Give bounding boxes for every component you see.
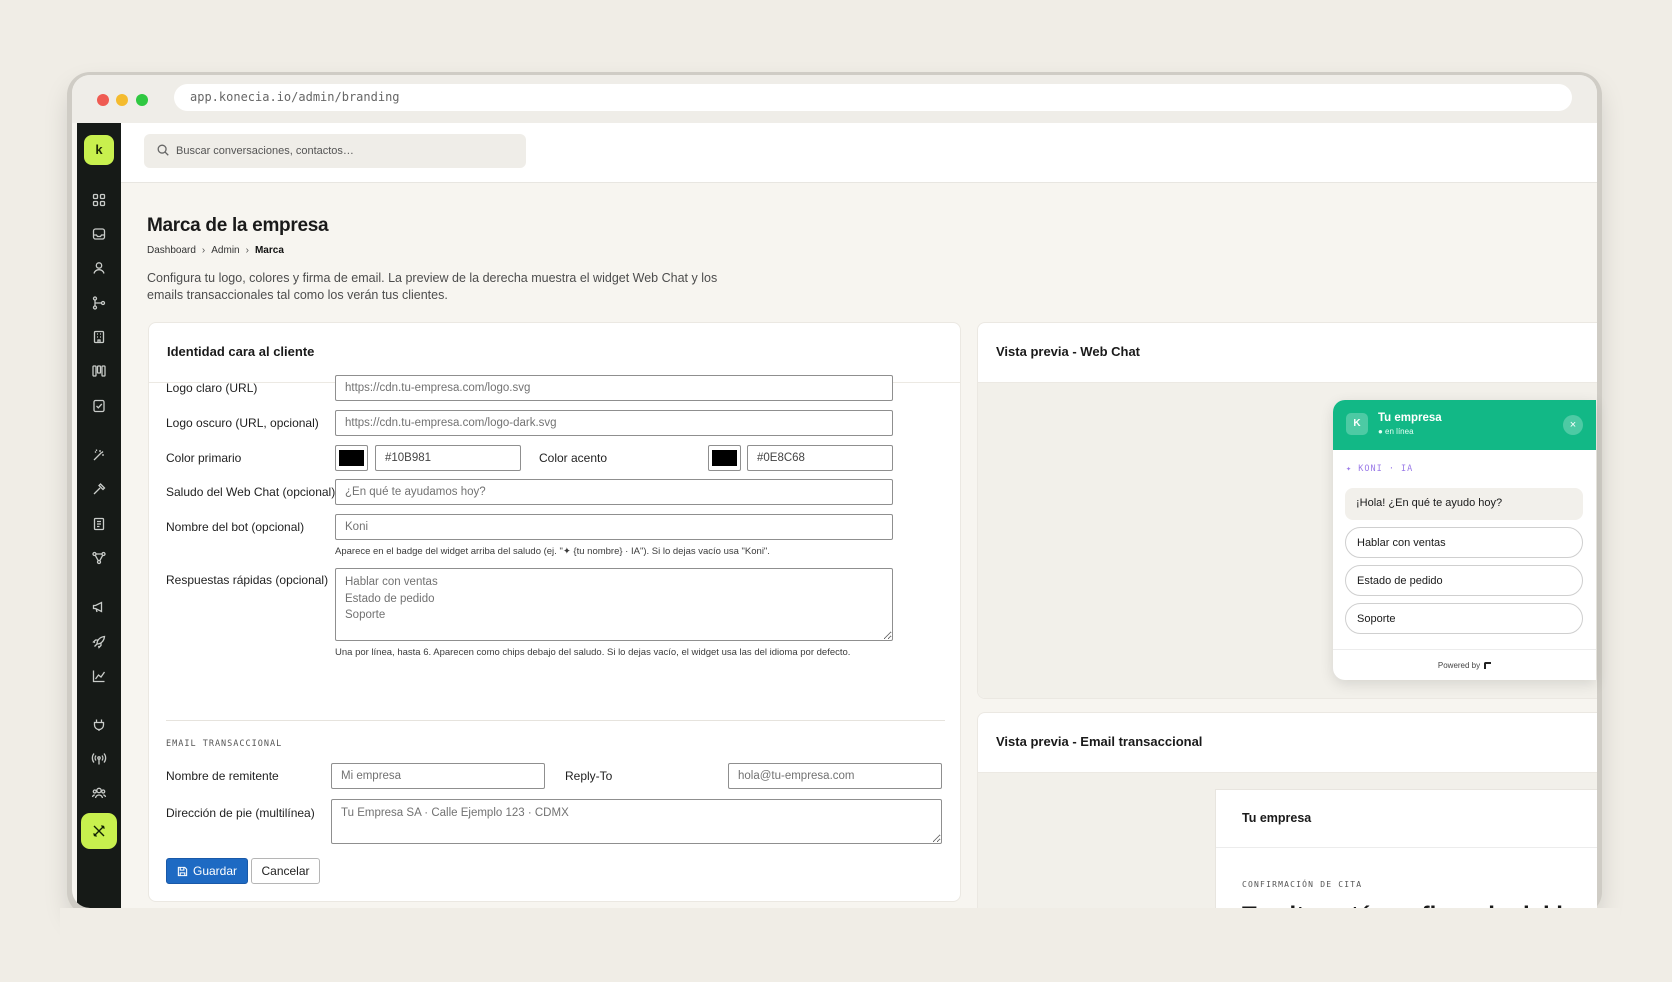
greeting-input[interactable]	[335, 479, 893, 505]
widget-status: ● en línea	[1378, 427, 1414, 436]
quick-replies-textarea[interactable]	[335, 568, 893, 641]
megaphone-icon[interactable]	[87, 595, 111, 619]
broadcast-icon[interactable]	[87, 747, 111, 771]
identity-card-title: Identidad cara al cliente	[149, 323, 960, 383]
powered-by-logo-icon	[1484, 661, 1492, 669]
inbox-icon[interactable]	[87, 222, 111, 246]
flow-icon[interactable]	[87, 546, 111, 570]
quick-replies-hint: Una por línea, hasta 6. Aparecen como ch…	[335, 647, 851, 658]
search-icon	[157, 144, 169, 156]
logo-dark-input[interactable]	[335, 410, 893, 436]
app-logo[interactable]: k	[84, 135, 114, 165]
chevron-right-icon: ›	[201, 245, 206, 256]
webchat-preview-title: Vista previa - Web Chat	[978, 323, 1597, 383]
quick-reply-chip[interactable]: Hablar con ventas	[1345, 527, 1583, 558]
accent-color-label: Color acento	[539, 451, 608, 465]
sender-name-label: Nombre de remitente	[166, 769, 279, 783]
tools-icon[interactable]	[81, 813, 117, 849]
grid-icon[interactable]	[87, 188, 111, 212]
rocket-icon[interactable]	[87, 630, 111, 654]
widget-header: K Tu empresa ● en línea ×	[1333, 400, 1596, 450]
greeting-label: Saludo del Web Chat (opcional)	[166, 485, 336, 499]
primary-color-label: Color primario	[166, 451, 242, 465]
breadcrumb: Dashboard › Admin › Marca	[147, 245, 284, 256]
branch-icon[interactable]	[87, 291, 111, 315]
widget-footer: Powered by	[1333, 649, 1596, 680]
accent-color-input[interactable]	[747, 445, 893, 471]
search-box[interactable]	[144, 134, 526, 168]
cancel-button[interactable]: Cancelar	[251, 858, 320, 884]
reply-to-input[interactable]	[728, 763, 942, 789]
quick-reply-chip[interactable]: Soporte	[1345, 603, 1583, 634]
widget-greeting-bubble: ¡Hola! ¿En qué te ayudo hoy?	[1345, 488, 1583, 520]
widget-company-name: Tu empresa	[1378, 412, 1442, 424]
magic-wand-icon[interactable]	[87, 443, 111, 467]
topbar	[121, 123, 1597, 183]
powered-by-text: Powered by	[1437, 660, 1481, 670]
quick-reply-chip[interactable]: Estado de pedido	[1345, 565, 1583, 596]
primary-color-swatch[interactable]	[335, 445, 368, 471]
building-icon[interactable]	[87, 325, 111, 349]
address-bar[interactable]: app.konecia.io/admin/branding	[174, 84, 1572, 111]
search-input[interactable]	[176, 140, 506, 162]
hammer-icon[interactable]	[87, 477, 111, 501]
chart-icon[interactable]	[87, 664, 111, 688]
book-icon[interactable]	[87, 512, 111, 536]
email-preview-title: Vista previa - Email transaccional	[978, 713, 1597, 773]
maximize-window-button[interactable]	[136, 94, 148, 106]
close-icon[interactable]: ×	[1563, 415, 1583, 435]
footer-address-label: Dirección de pie (multilínea)	[166, 806, 315, 820]
footer-address-textarea[interactable]	[331, 799, 942, 844]
page-description: Configura tu logo, colores y firma de em…	[147, 271, 718, 302]
logo-dark-label: Logo oscuro (URL, opcional)	[166, 416, 319, 430]
widget-bot-badge: ✦ KONI · IA	[1346, 464, 1414, 474]
bot-name-input[interactable]	[335, 514, 893, 540]
email-sample: Tu empresa CONFIRMACIÓN DE CITA Tu cita …	[1215, 789, 1602, 929]
window-bottom-bg	[60, 908, 1620, 982]
team-icon[interactable]	[87, 781, 111, 805]
bot-name-hint: Aparece en el badge del widget arriba de…	[335, 546, 770, 557]
widget-avatar: K	[1346, 413, 1368, 435]
minimize-window-button[interactable]	[116, 94, 128, 106]
email-divider	[1216, 847, 1597, 848]
webchat-widget: K Tu empresa ● en línea × ✦ KONI · IA ¡H…	[1333, 400, 1596, 680]
quick-replies-label: Respuestas rápidas (opcional)	[166, 573, 329, 587]
breadcrumb-dashboard[interactable]: Dashboard	[147, 245, 196, 256]
kanban-icon[interactable]	[87, 359, 111, 383]
email-kicker: CONFIRMACIÓN DE CITA	[1242, 880, 1363, 889]
user-icon[interactable]	[87, 256, 111, 280]
breadcrumb-admin[interactable]: Admin	[211, 245, 239, 256]
email-section-label: EMAIL TRANSACCIONAL	[166, 739, 283, 749]
primary-color-input[interactable]	[375, 445, 521, 471]
page-title: Marca de la empresa	[147, 215, 329, 236]
plug-icon[interactable]	[87, 713, 111, 737]
sidebar: k	[77, 123, 121, 908]
logo-light-input[interactable]	[335, 375, 893, 401]
email-brand: Tu empresa	[1242, 811, 1312, 825]
close-window-button[interactable]	[97, 94, 109, 106]
bot-name-label: Nombre del bot (opcional)	[166, 520, 305, 534]
checklist-icon[interactable]	[87, 394, 111, 418]
section-divider	[166, 720, 945, 721]
browser-titlebar: app.konecia.io/admin/branding	[72, 75, 1597, 123]
save-button[interactable]: Guardar	[166, 858, 248, 884]
logo-light-label: Logo claro (URL)	[166, 381, 258, 395]
save-icon	[177, 866, 188, 876]
accent-color-swatch[interactable]	[708, 445, 741, 471]
reply-to-label: Reply-To	[565, 769, 613, 783]
save-label: Guardar	[192, 864, 238, 878]
sender-name-input[interactable]	[331, 763, 545, 789]
chevron-right-icon: ›	[245, 245, 249, 256]
breadcrumb-current: Marca	[254, 245, 284, 256]
